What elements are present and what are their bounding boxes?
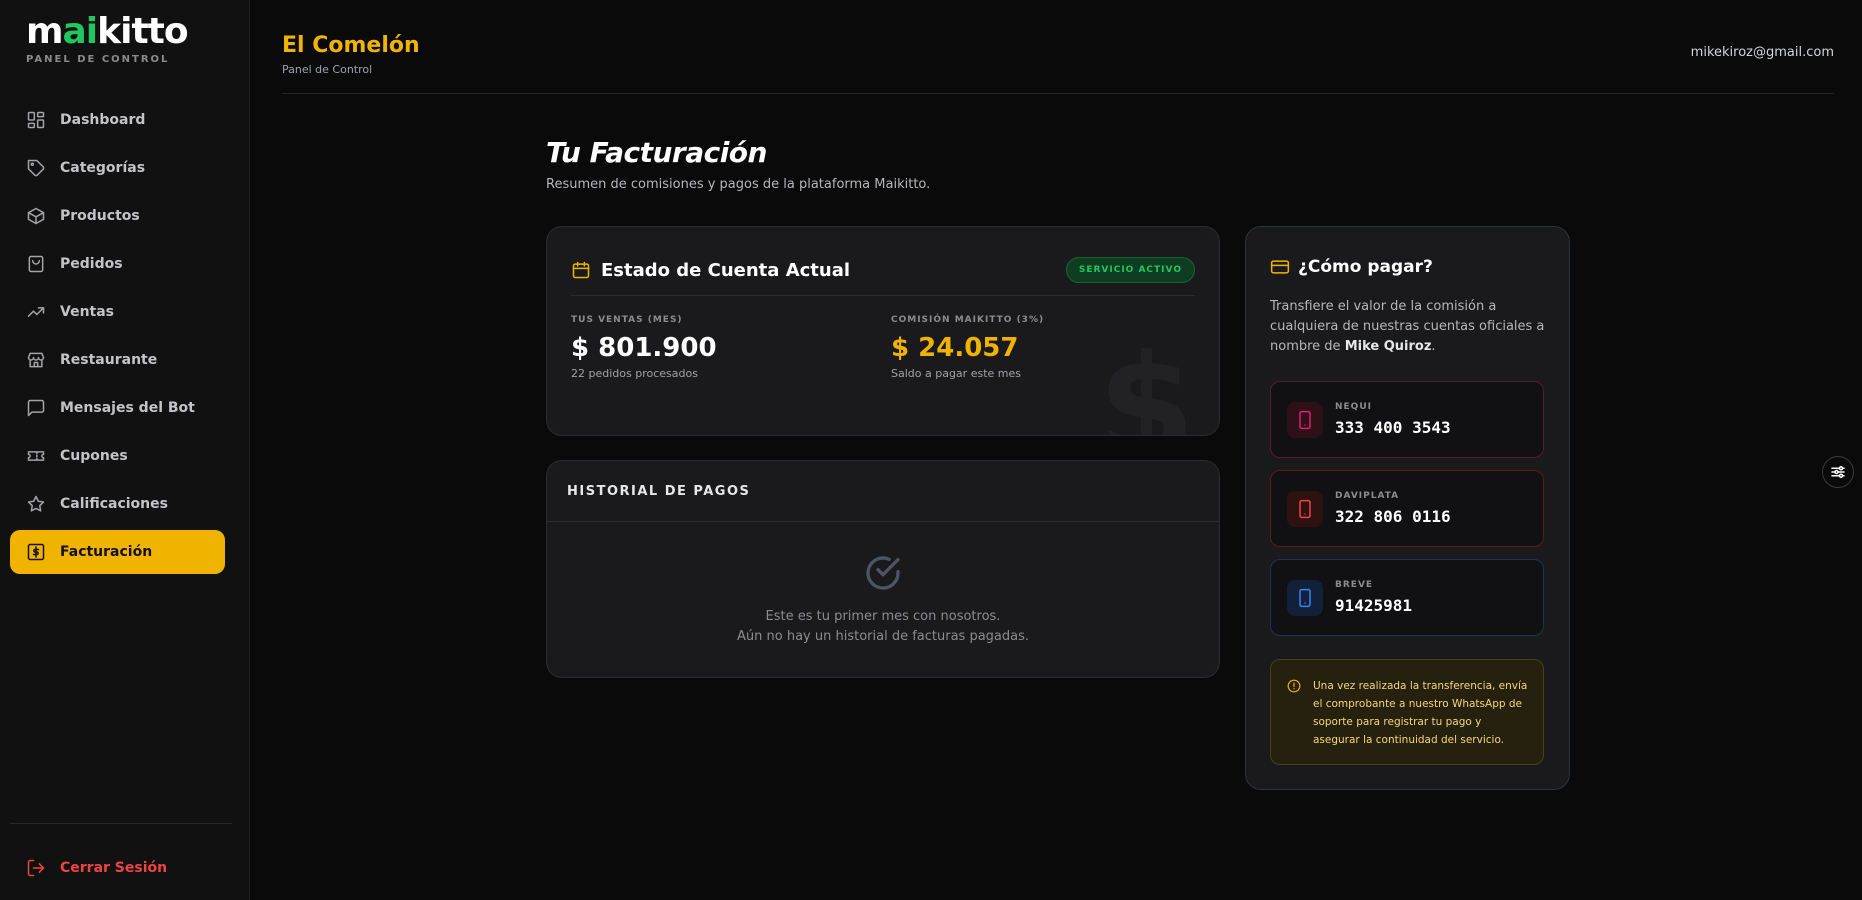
sidebar-item-calificaciones[interactable]: Calificaciones — [10, 482, 225, 526]
account-number[interactable]: 333 400 3543 — [1335, 418, 1451, 437]
sidebar-item-ventas[interactable]: Ventas — [10, 290, 225, 334]
account-number[interactable]: 322 806 0116 — [1335, 507, 1451, 526]
alert-circle-icon — [1287, 679, 1301, 693]
dollar-watermark-icon: $ — [1097, 325, 1195, 436]
store-icon — [27, 352, 45, 368]
sidebar-item-label: Restaurante — [60, 352, 158, 368]
logout-label: Cerrar Sesión — [60, 860, 168, 876]
trending-up-icon — [27, 307, 45, 317]
payment-history-card: HISTORIAL DE PAGOS Este es tu primer mes… — [546, 460, 1220, 678]
user-email[interactable]: mikekiroz@gmail.com — [1691, 45, 1834, 60]
commission-note: Saldo a pagar este mes — [891, 367, 1021, 380]
sales-note: 22 pedidos procesados — [571, 367, 698, 380]
message-icon — [27, 399, 45, 417]
restaurant-name: El Comelón — [282, 33, 420, 58]
dollar-icon — [27, 543, 45, 561]
sidebar: maikitto PANEL DE CONTROL Dashboard Cate… — [0, 0, 250, 900]
account-label: NEQUI — [1335, 402, 1372, 412]
box-icon — [27, 207, 45, 225]
tag-icon — [27, 159, 45, 177]
dashboard-icon — [27, 111, 45, 129]
sidebar-item-dashboard[interactable]: Dashboard — [10, 98, 225, 142]
sidebar-item-pedidos[interactable]: Pedidos — [10, 242, 225, 286]
sidebar-item-label: Facturación — [60, 544, 153, 560]
commission-label: COMISIÓN MAIKITTO (3%) — [891, 315, 1045, 325]
page-subtitle: Resumen de comisiones y pagos de la plat… — [546, 177, 931, 192]
star-icon — [27, 495, 45, 512]
sidebar-item-cupones[interactable]: Cupones — [10, 434, 225, 478]
account-status-card: Estado de Cuenta Actual SERVICIO ACTIVO … — [546, 226, 1220, 436]
card-divider — [571, 295, 1195, 296]
sidebar-item-label: Mensajes del Bot — [60, 400, 195, 416]
smartphone-icon — [1299, 410, 1311, 429]
credit-card-icon — [1270, 260, 1290, 274]
sidebar-item-label: Cupones — [60, 448, 128, 464]
logo-subtitle: PANEL DE CONTROL — [26, 54, 170, 65]
logo[interactable]: maikitto PANEL DE CONTROL — [26, 12, 189, 66]
sidebar-item-label: Ventas — [60, 304, 115, 320]
empty-state-line: Este es tu primer mes con nosotros. — [765, 609, 1001, 624]
payment-notice: Una vez realizada la transferencia, enví… — [1270, 659, 1544, 765]
how-to-pay-title: ¿Cómo pagar? — [1298, 257, 1433, 277]
sidebar-item-label: Categorías — [60, 160, 146, 176]
floating-settings-button[interactable] — [1822, 456, 1854, 488]
sidebar-item-categorias[interactable]: Categorías — [10, 146, 225, 190]
commission-stat: COMISIÓN MAIKITTO (3%) $ 24.057 Saldo a … — [891, 315, 1044, 380]
account-holder-name: Mike Quiroz — [1344, 339, 1432, 354]
logout-button[interactable]: Cerrar Sesión — [26, 858, 167, 878]
sidebar-item-label: Calificaciones — [60, 496, 168, 512]
header-subtitle: Panel de Control — [282, 63, 373, 76]
account-label: DAVIPLATA — [1335, 491, 1400, 501]
check-circle-icon — [866, 556, 900, 590]
account-nequi[interactable]: NEQUI 333 400 3543 — [1270, 381, 1544, 458]
sidebar-item-label: Pedidos — [60, 256, 123, 272]
ticket-icon — [27, 451, 45, 461]
how-to-pay-description: Transfiere el valor de la comisión a cua… — [1270, 299, 1545, 354]
empty-state: Este es tu primer mes con nosotros. Aún … — [547, 553, 1219, 647]
payment-notice-text: Una vez realizada la transferencia, enví… — [1313, 680, 1528, 746]
shopping-bag-icon — [28, 255, 44, 273]
sidebar-item-label: Productos — [60, 208, 140, 224]
sidebar-item-restaurante[interactable]: Restaurante — [10, 338, 225, 382]
sidebar-nav: Dashboard Categorías Productos Pedidos V… — [10, 98, 225, 578]
sidebar-item-facturacion[interactable]: Facturación — [10, 530, 225, 574]
sliders-icon — [1831, 466, 1845, 478]
account-daviplata[interactable]: DAVIPLATA 322 806 0116 — [1270, 470, 1544, 547]
account-breve[interactable]: BREVE 91425981 — [1270, 559, 1544, 636]
page-title: Tu Facturación — [546, 136, 767, 169]
account-label: BREVE — [1335, 580, 1374, 590]
sales-label: TUS VENTAS (MES) — [571, 315, 683, 325]
account-status-title: Estado de Cuenta Actual — [601, 259, 851, 281]
top-header: El Comelón Panel de Control mikekiroz@gm… — [282, 0, 1834, 94]
logout-icon — [27, 859, 45, 877]
sales-stat: TUS VENTAS (MES) $ 801.900 22 pedidos pr… — [571, 315, 717, 380]
account-number[interactable]: 91425981 — [1335, 596, 1412, 615]
sidebar-item-mensajes[interactable]: Mensajes del Bot — [10, 386, 225, 430]
calendar-icon — [572, 261, 590, 279]
sales-value: $ 801.900 — [571, 333, 717, 363]
commission-value: $ 24.057 — [891, 333, 1019, 363]
empty-state-line: Aún no hay un historial de facturas paga… — [737, 629, 1029, 644]
status-badge: SERVICIO ACTIVO — [1065, 257, 1195, 283]
sidebar-item-productos[interactable]: Productos — [10, 194, 225, 238]
payment-history-title: HISTORIAL DE PAGOS — [547, 461, 1219, 522]
smartphone-icon — [1299, 499, 1311, 518]
sidebar-divider — [10, 823, 232, 824]
how-to-pay-card: ¿Cómo pagar? Transfiere el valor de la c… — [1245, 226, 1570, 790]
sidebar-item-label: Dashboard — [60, 112, 146, 128]
smartphone-icon — [1299, 588, 1311, 607]
